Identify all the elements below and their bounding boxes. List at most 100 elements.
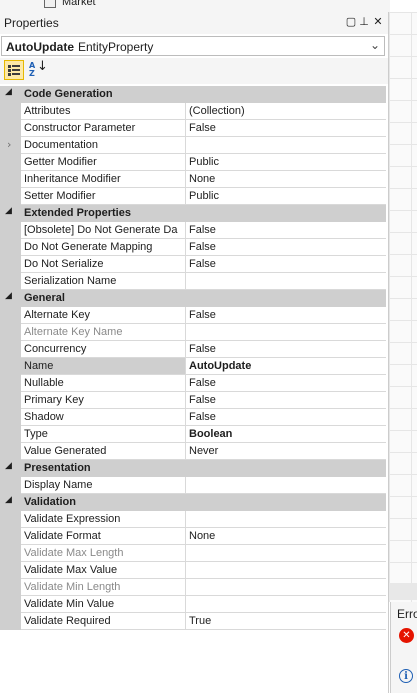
property-value[interactable]: False (189, 122, 383, 134)
collapse-icon[interactable]: ◢ (5, 461, 15, 471)
column-divider[interactable] (185, 477, 186, 494)
property-row[interactable]: Serialization Name (0, 273, 386, 290)
column-divider[interactable] (185, 579, 186, 596)
column-divider[interactable] (185, 613, 186, 630)
property-value[interactable]: (Collection) (189, 105, 383, 117)
property-value[interactable]: True (189, 615, 383, 627)
property-value[interactable]: AutoUpdate (189, 360, 383, 372)
category-row[interactable]: ◢ Presentation (0, 460, 386, 477)
property-row[interactable]: Display Name (0, 477, 386, 494)
column-divider[interactable] (185, 307, 186, 324)
horizontal-scrollbar[interactable] (389, 583, 417, 600)
property-row[interactable]: Primary Key False (0, 392, 386, 409)
category-row[interactable]: ◢ Validation (0, 494, 386, 511)
property-row[interactable]: Nullable False (0, 375, 386, 392)
info-icon[interactable]: i (399, 669, 413, 683)
column-divider[interactable] (185, 511, 186, 528)
collapse-icon[interactable]: ◢ (5, 495, 15, 505)
property-value[interactable]: Boolean (189, 428, 383, 440)
property-value[interactable]: None (189, 530, 383, 542)
property-value[interactable]: False (189, 411, 383, 423)
property-row[interactable]: Concurrency False (0, 341, 386, 358)
property-value[interactable]: False (189, 377, 383, 389)
property-value[interactable]: False (189, 309, 383, 321)
column-divider[interactable] (185, 596, 186, 613)
property-value[interactable]: False (189, 343, 383, 355)
column-divider[interactable] (185, 409, 186, 426)
row-margin (0, 477, 21, 494)
chevron-down-icon[interactable]: ⌄ (370, 38, 380, 52)
property-row[interactable]: Name AutoUpdate (0, 358, 386, 375)
property-row[interactable]: [Obsolete] Do Not Generate Da False (0, 222, 386, 239)
tree-node-label[interactable]: Market (62, 0, 96, 8)
column-divider[interactable] (185, 358, 186, 375)
property-row[interactable]: Validate Max Value (0, 562, 386, 579)
column-divider[interactable] (185, 256, 186, 273)
property-row[interactable]: Do Not Generate Mapping False (0, 239, 386, 256)
collapse-icon[interactable]: ◢ (5, 87, 15, 97)
property-value[interactable]: False (189, 258, 383, 270)
category-row[interactable]: ◢ Code Generation (0, 86, 386, 103)
property-row[interactable]: Attributes (Collection) (0, 103, 386, 120)
alphabetical-sort-icon[interactable]: A Z ↓ (27, 60, 48, 80)
column-divider[interactable] (185, 392, 186, 409)
column-divider[interactable] (185, 528, 186, 545)
object-selector[interactable]: AutoUpdate EntityProperty ⌄ (1, 36, 385, 56)
column-divider[interactable] (185, 137, 186, 154)
property-value[interactable]: Never (189, 445, 383, 457)
property-row[interactable]: Type Boolean (0, 426, 386, 443)
pin-button[interactable]: ⊥ (358, 16, 370, 28)
column-divider[interactable] (185, 443, 186, 460)
property-value[interactable]: None (189, 173, 383, 185)
column-divider[interactable] (185, 324, 186, 341)
collapse-icon[interactable]: ◢ (5, 291, 15, 301)
column-divider[interactable] (185, 222, 186, 239)
property-row[interactable]: Inheritance Modifier None (0, 171, 386, 188)
property-row[interactable]: Value Generated Never (0, 443, 386, 460)
column-divider[interactable] (185, 426, 186, 443)
property-row[interactable]: Validate Required True (0, 613, 386, 630)
categorized-view-icon[interactable] (4, 60, 24, 80)
close-button[interactable]: ✕ (372, 16, 384, 28)
property-row[interactable]: Setter Modifier Public (0, 188, 386, 205)
property-value[interactable]: Public (189, 156, 383, 168)
column-divider[interactable] (185, 120, 186, 137)
chevron-right-icon[interactable]: › (7, 138, 11, 151)
designer-canvas[interactable] (389, 12, 417, 602)
property-row[interactable]: Validate Expression (0, 511, 386, 528)
property-value[interactable]: False (189, 394, 383, 406)
property-row[interactable]: Validate Min Value (0, 596, 386, 613)
property-value[interactable]: False (189, 224, 383, 236)
category-row[interactable]: ◢ General (0, 290, 386, 307)
property-row[interactable]: Alternate Key False (0, 307, 386, 324)
property-name: Validate Max Length (24, 547, 124, 559)
column-divider[interactable] (185, 375, 186, 392)
property-row[interactable]: Getter Modifier Public (0, 154, 386, 171)
column-divider[interactable] (185, 188, 186, 205)
property-name: Nullable (24, 377, 64, 389)
category-row[interactable]: ◢ Extended Properties (0, 205, 386, 222)
property-row[interactable]: Validate Format None (0, 528, 386, 545)
property-row[interactable]: Constructor Parameter False (0, 120, 386, 137)
property-value[interactable]: Public (189, 190, 383, 202)
property-row[interactable]: Validate Max Length (0, 545, 386, 562)
category-label: Extended Properties (24, 207, 131, 219)
collapse-icon[interactable]: ◢ (5, 206, 15, 216)
column-divider[interactable] (185, 341, 186, 358)
property-row[interactable]: Validate Min Length (0, 579, 386, 596)
property-row[interactable]: Shadow False (0, 409, 386, 426)
column-divider[interactable] (185, 562, 186, 579)
property-row[interactable]: › Documentation (0, 137, 386, 154)
column-divider[interactable] (185, 103, 186, 120)
column-divider[interactable] (185, 171, 186, 188)
error-icon[interactable]: ✕ (399, 628, 414, 643)
property-value[interactable]: False (189, 241, 383, 253)
property-row[interactable]: Alternate Key Name (0, 324, 386, 341)
column-divider[interactable] (185, 239, 186, 256)
property-row[interactable]: Do Not Serialize False (0, 256, 386, 273)
column-divider[interactable] (185, 545, 186, 562)
window-position-button[interactable]: ▢ (345, 16, 357, 28)
column-divider[interactable] (185, 273, 186, 290)
column-divider[interactable] (185, 154, 186, 171)
property-name: Constructor Parameter (24, 122, 136, 134)
